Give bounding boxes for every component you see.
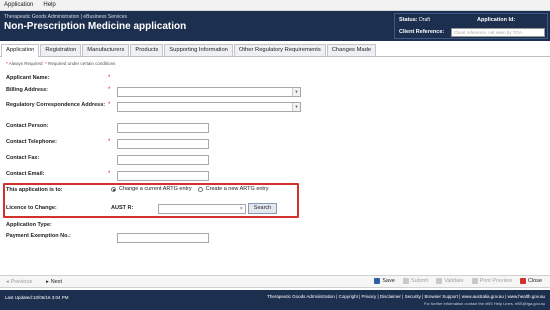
contact-telephone-input[interactable]: [117, 139, 209, 149]
aust-r-label: AUST R:: [111, 205, 134, 211]
submit-label: Submit: [410, 278, 429, 284]
close-button[interactable]: Close: [519, 278, 542, 284]
footer-support[interactable]: For further information contact the eBS …: [424, 301, 545, 306]
regulatory-address-label: Regulatory Correspondence Address:: [6, 102, 106, 108]
next-label: Next: [50, 279, 63, 285]
required-marker: *: [108, 102, 111, 108]
applicant-name-row: Applicant Name: *: [6, 75, 306, 87]
required-marker: *: [108, 139, 111, 145]
payment-exemption-label: Payment Exemption No.:: [6, 233, 71, 239]
page-title: Non-Prescription Medicine application: [4, 21, 187, 32]
submit-icon: [402, 278, 409, 284]
status-row: Status: Draft: [399, 17, 430, 23]
contact-telephone-row: Contact Telephone: *: [6, 139, 306, 151]
contact-person-row: Contact Person:: [6, 123, 306, 135]
tab-supporting-information[interactable]: Supporting Information: [164, 44, 233, 56]
regulatory-address-select[interactable]: ▼: [117, 102, 301, 112]
contact-person-label: Contact Person:: [6, 123, 49, 129]
application-type-label: Application Type:: [6, 222, 52, 228]
arrow-right-icon: ▸: [46, 279, 49, 285]
arrow-left-icon: ◂: [6, 279, 9, 285]
close-icon: [519, 278, 526, 284]
status-value: Draft: [419, 17, 431, 23]
radio-change-entry[interactable]: [111, 186, 116, 192]
required-legend: * Always Required * Required under certa…: [6, 61, 116, 66]
contact-email-row: Contact Email: *: [6, 171, 306, 183]
previous-button[interactable]: ◂ Previous: [6, 279, 32, 285]
validate-button[interactable]: Validate: [436, 278, 464, 284]
applicant-name-label: Applicant Name:: [6, 75, 50, 81]
search-button[interactable]: Search: [248, 203, 277, 214]
billing-address-label: Billing Address:: [6, 87, 48, 93]
contact-fax-input[interactable]: [117, 155, 209, 165]
footer: Last Updated:10/06/16 3:04 PM Therapeuti…: [0, 290, 550, 310]
tab-strip: Application Registration Manufacturers P…: [0, 44, 550, 57]
contact-fax-row: Contact Fax:: [6, 155, 306, 167]
print-icon: [471, 278, 478, 284]
submit-button[interactable]: Submit: [402, 278, 429, 284]
print-preview-button[interactable]: Print Preview: [471, 278, 512, 284]
client-reference-input[interactable]: Client reference, not seen by TGA: [451, 28, 545, 37]
app-id-label: Application Id:: [477, 17, 516, 23]
action-buttons: Save Submit Validate Print Preview Close: [374, 278, 542, 284]
tab-registration[interactable]: Registration: [40, 44, 82, 56]
org-line: Therapeutic Goods Administration | eBusi…: [4, 14, 128, 20]
legend-conditional: Required under certain conditions: [48, 61, 116, 66]
chevron-down-icon[interactable]: ▼: [292, 103, 300, 111]
status-panel: Status: Draft Application Id: Client Ref…: [394, 13, 548, 39]
legend-always: Always Required: [8, 61, 43, 66]
menu-application[interactable]: Application: [4, 2, 33, 8]
option-create-label[interactable]: Create a new ARTG entry: [206, 186, 269, 192]
required-marker: *: [108, 171, 111, 177]
last-updated: Last Updated:10/06/16 3:04 PM: [5, 295, 69, 300]
contact-email-label: Contact Email:: [6, 171, 45, 177]
tab-other-regulatory-requirements[interactable]: Other Regulatory Requirements: [233, 44, 326, 56]
option-change-label[interactable]: Change a current ARTG entry: [119, 186, 192, 192]
previous-label: Previous: [10, 279, 33, 285]
licence-to-change-label: Licence to Change:: [6, 205, 57, 211]
save-button[interactable]: Save: [374, 278, 395, 284]
contact-telephone-label: Contact Telephone:: [6, 139, 57, 145]
payment-exemption-row: Payment Exemption No.:: [6, 233, 306, 245]
payment-exemption-input[interactable]: [117, 233, 209, 243]
validate-icon: [436, 278, 443, 284]
contact-fax-label: Contact Fax:: [6, 155, 40, 161]
contact-email-input[interactable]: [117, 171, 209, 181]
application-mode-radios: Change a current ARTG entry Create a new…: [111, 186, 269, 192]
menu-bar: Application Help: [0, 0, 550, 11]
client-ref-label: Client Reference:: [399, 29, 445, 35]
status-label: Status:: [399, 17, 418, 23]
required-marker: *: [108, 87, 111, 93]
tab-changes-made[interactable]: Changes Made: [326, 44, 377, 56]
aust-r-input[interactable]: ×: [158, 204, 246, 214]
validate-label: Validate: [444, 278, 464, 284]
menu-help[interactable]: Help: [43, 2, 55, 8]
chevron-down-icon[interactable]: ▼: [292, 88, 300, 96]
save-label: Save: [382, 278, 395, 284]
tab-application[interactable]: Application: [1, 44, 40, 57]
action-bar: ◂ Previous ▸ Next Save Submit Validate P…: [0, 275, 550, 288]
close-label: Close: [527, 278, 542, 284]
billing-address-row: Billing Address: * ▼: [6, 87, 306, 99]
regulatory-address-row: Regulatory Correspondence Address: * ▼: [6, 102, 306, 114]
radio-create-entry[interactable]: [197, 186, 203, 192]
next-button[interactable]: ▸ Next: [46, 279, 62, 285]
print-preview-label: Print Preview: [479, 278, 512, 284]
application-is-to-label: This application is to:: [6, 187, 63, 193]
contact-person-input[interactable]: [117, 123, 209, 133]
footer-links[interactable]: Therapeutic Goods Administration | Copyr…: [267, 294, 545, 299]
tab-manufacturers[interactable]: Manufacturers: [82, 44, 130, 56]
required-marker: *: [108, 75, 111, 81]
tab-products[interactable]: Products: [130, 44, 164, 56]
billing-address-select[interactable]: ▼: [117, 87, 301, 97]
app-header: Therapeutic Goods Administration | eBusi…: [0, 11, 550, 41]
save-icon: [374, 278, 381, 284]
clear-icon[interactable]: ×: [240, 205, 243, 214]
